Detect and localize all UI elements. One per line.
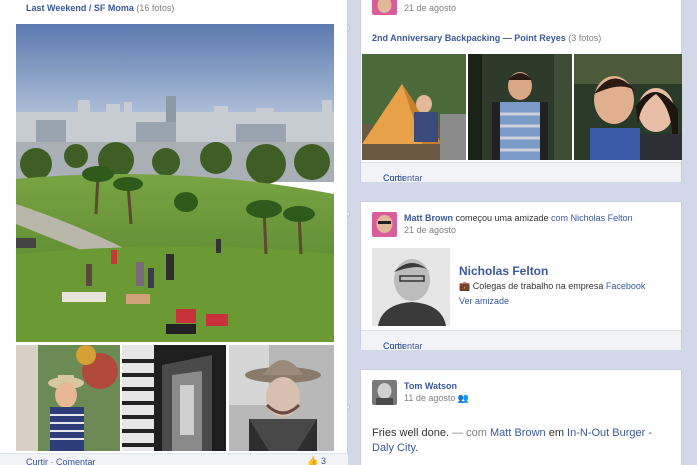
post-message: Fries well done.: [372, 427, 450, 439]
thumbs-up-icon: 👍: [307, 456, 319, 465]
hallway-photo: [122, 345, 226, 451]
story-date[interactable]: 21 de agosto: [404, 225, 456, 235]
friend-photo: [372, 248, 450, 326]
album-title-link[interactable]: Last Weekend / SF Moma: [26, 3, 134, 13]
card-actions-bar: Curtir · Comentar: [361, 330, 681, 351]
with-word: com: [551, 213, 569, 223]
friend-profile-photo[interactable]: [372, 248, 450, 326]
comment-link[interactable]: Comentar: [383, 341, 423, 351]
view-friendship-link[interactable]: Ver amizade: [459, 296, 509, 306]
like-count-number: 3: [320, 456, 326, 465]
comment-link[interactable]: Comentar: [56, 457, 96, 465]
album-photo-count: (3 fotos): [568, 33, 602, 43]
post-text: Fries well done. — com Matt Brown em In-…: [372, 426, 672, 456]
friend-title[interactable]: Nicholas Felton: [459, 264, 548, 278]
work-prefix: Colegas de trabalho na empresa: [472, 281, 604, 291]
album-story-card: Last Weekend / SF Moma (16 fotos) Curtir…: [0, 0, 348, 465]
avatar-image: [372, 380, 397, 405]
avatar[interactable]: [372, 0, 397, 15]
at-word: em: [545, 427, 568, 439]
story-date[interactable]: 21 de agosto: [404, 3, 456, 13]
briefcase-icon: 💼: [459, 281, 471, 291]
album-main-photo[interactable]: [16, 24, 334, 342]
author-link[interactable]: Tom Watson: [404, 381, 457, 391]
comment-link[interactable]: Comentar: [383, 173, 423, 183]
audience-icon[interactable]: 👥: [458, 393, 469, 403]
friend-link[interactable]: Nicholas Felton: [571, 213, 633, 223]
story-date[interactable]: 11 de agosto: [404, 393, 455, 403]
album-thumb-hallway[interactable]: [122, 345, 226, 451]
album-title-line: Last Weekend / SF Moma (16 fotos): [26, 3, 174, 13]
company-link[interactable]: Facebook: [606, 281, 646, 291]
post-period: .: [415, 442, 419, 454]
post-date-line: 11 de agosto 👥: [404, 393, 469, 404]
post-author-line: Tom Watson: [404, 381, 457, 391]
couple-photo: [574, 54, 682, 160]
backpacking-album-card: 21 de agosto 2nd Anniversary Backpacking…: [360, 0, 682, 183]
park-city-photo: [16, 24, 334, 342]
avatar[interactable]: [372, 212, 397, 237]
like-count[interactable]: 👍 3: [307, 456, 326, 465]
tagged-friend-link[interactable]: Matt Brown: [490, 427, 546, 439]
backpacking-photo-man[interactable]: [468, 54, 572, 160]
headline-verb: começou uma amizade: [453, 213, 552, 223]
avatar-image: [372, 0, 397, 15]
avatar-image: [372, 212, 397, 237]
avatar[interactable]: [372, 380, 397, 405]
friendship-story-card: Matt Brown começou uma amizade com Nicho…: [360, 201, 682, 351]
woman-hat-photo: [229, 345, 334, 451]
card-actions-bar: Curtir · Comentar: [361, 162, 681, 183]
album-title-link[interactable]: 2nd Anniversary Backpacking — Point Reye…: [372, 33, 566, 43]
album-thumb-boy[interactable]: [16, 345, 120, 451]
boy-photo: [16, 345, 120, 451]
album-title-line: 2nd Anniversary Backpacking — Point Reye…: [372, 33, 601, 43]
backpacking-photo-tent[interactable]: [362, 54, 466, 160]
tent-photo: [362, 54, 466, 160]
work-line: 💼 Colegas de trabalho na empresa Faceboo…: [459, 281, 645, 292]
author-link[interactable]: Matt Brown: [404, 213, 453, 223]
album-actions-bar: Curtir · Comentar 👍 3: [0, 453, 348, 465]
friendship-headline: Matt Brown começou uma amizade com Nicho…: [404, 213, 674, 223]
post-story-card: Tom Watson 11 de agosto 👥 Fries well don…: [360, 369, 682, 465]
backpacking-photo-couple[interactable]: [574, 54, 682, 160]
man-forest-photo: [468, 54, 572, 160]
with-dash: — com: [449, 427, 490, 439]
album-thumb-woman[interactable]: [229, 345, 334, 451]
action-separator: ·: [48, 457, 56, 465]
like-link[interactable]: Curtir: [26, 457, 48, 465]
album-photo-count: (16 fotos): [136, 3, 175, 13]
